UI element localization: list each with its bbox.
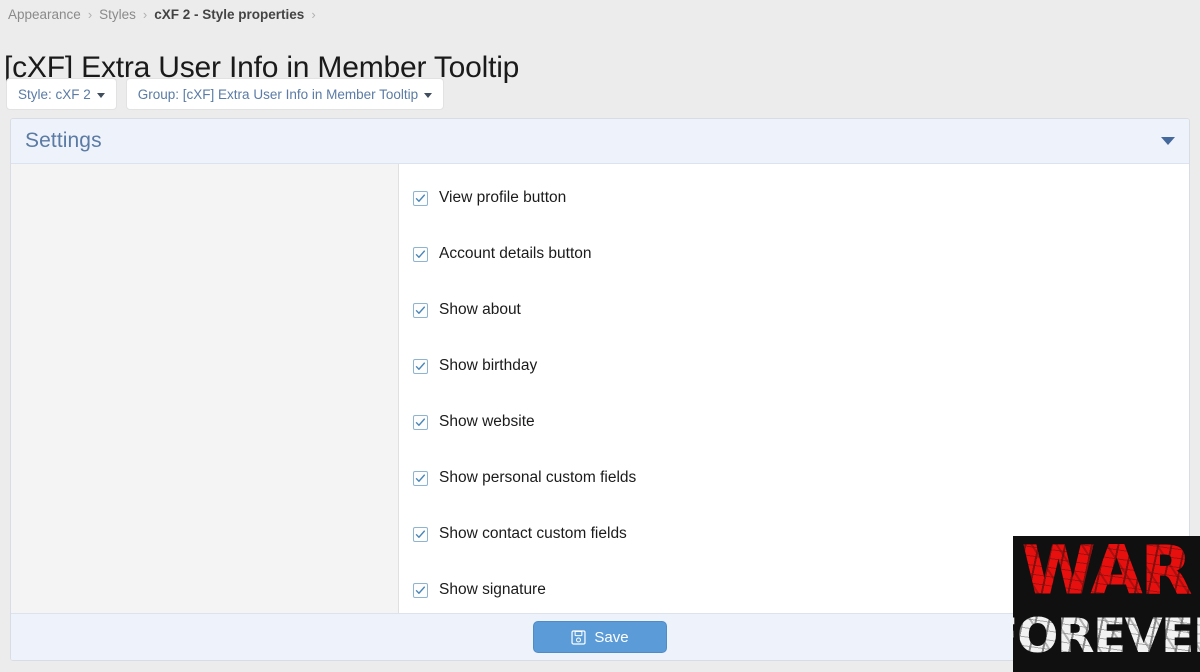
option-row[interactable]: Show personal custom fields (413, 464, 1189, 492)
option-label: Show website (439, 413, 535, 430)
option-label: Show personal custom fields (439, 469, 637, 486)
checkbox-icon[interactable] (413, 526, 428, 542)
breadcrumb-separator: › (311, 6, 316, 22)
option-label: Show birthday (439, 357, 538, 374)
style-filter[interactable]: Style: cXF 2 (6, 78, 117, 110)
option-label: Show about (439, 301, 521, 318)
breadcrumb-item-1[interactable]: Appearance (8, 7, 81, 22)
chevron-down-icon[interactable] (1161, 137, 1175, 145)
watermark-logo: WAR FOREVER (1013, 536, 1200, 672)
checkbox-icon[interactable] (413, 190, 428, 206)
chevron-down-icon (424, 92, 433, 98)
breadcrumb: Appearance › Styles › cXF 2 - Style properti… (8, 4, 316, 24)
save-button-label: Save (594, 628, 629, 646)
options-label-column (11, 164, 399, 614)
page-root: Appearance › Styles › cXF 2 - Style properti… (0, 0, 1200, 672)
watermark-line-2: FOREVER (1013, 609, 1200, 664)
breadcrumb-item-2[interactable]: Styles (99, 7, 136, 22)
breadcrumb-separator: › (142, 6, 148, 22)
option-label: Account details button (439, 245, 592, 262)
breadcrumb-separator: › (87, 6, 93, 22)
checkbox-icon[interactable] (413, 414, 428, 430)
save-button[interactable]: Save (533, 621, 667, 653)
option-row[interactable]: Show birthday (413, 352, 1189, 380)
checkbox-icon[interactable] (413, 470, 428, 486)
option-label: Show signature (439, 581, 546, 598)
floppy-disk-icon (571, 629, 586, 645)
option-label: View profile button (439, 189, 567, 206)
option-row[interactable]: Show about (413, 296, 1189, 324)
checkbox-icon[interactable] (413, 358, 428, 374)
settings-panel-header[interactable]: Settings (11, 119, 1189, 164)
option-label: Show contact custom fields (439, 525, 627, 542)
watermark-line-1: WAR (1022, 536, 1193, 610)
option-row[interactable]: View profile button (413, 184, 1189, 212)
option-row[interactable]: Show website (413, 408, 1189, 436)
settings-panel-title: Settings (25, 129, 102, 152)
chevron-down-icon (96, 92, 105, 98)
checkbox-icon[interactable] (413, 302, 428, 318)
checkbox-icon[interactable] (413, 582, 428, 598)
filter-pill-bar: Style: cXF 2 Group: [cXF] Extra User Info… (6, 78, 445, 110)
option-row[interactable]: Account details button (413, 240, 1189, 268)
style-filter-label: Style: cXF 2 (18, 86, 91, 102)
group-filter-label: Group: [cXF] Extra User Info in Member T… (137, 86, 419, 102)
checkbox-icon[interactable] (413, 246, 428, 262)
breadcrumb-item-3[interactable]: cXF 2 - Style properties (154, 7, 304, 22)
group-filter[interactable]: Group: [cXF] Extra User Info in Member T… (125, 78, 445, 110)
